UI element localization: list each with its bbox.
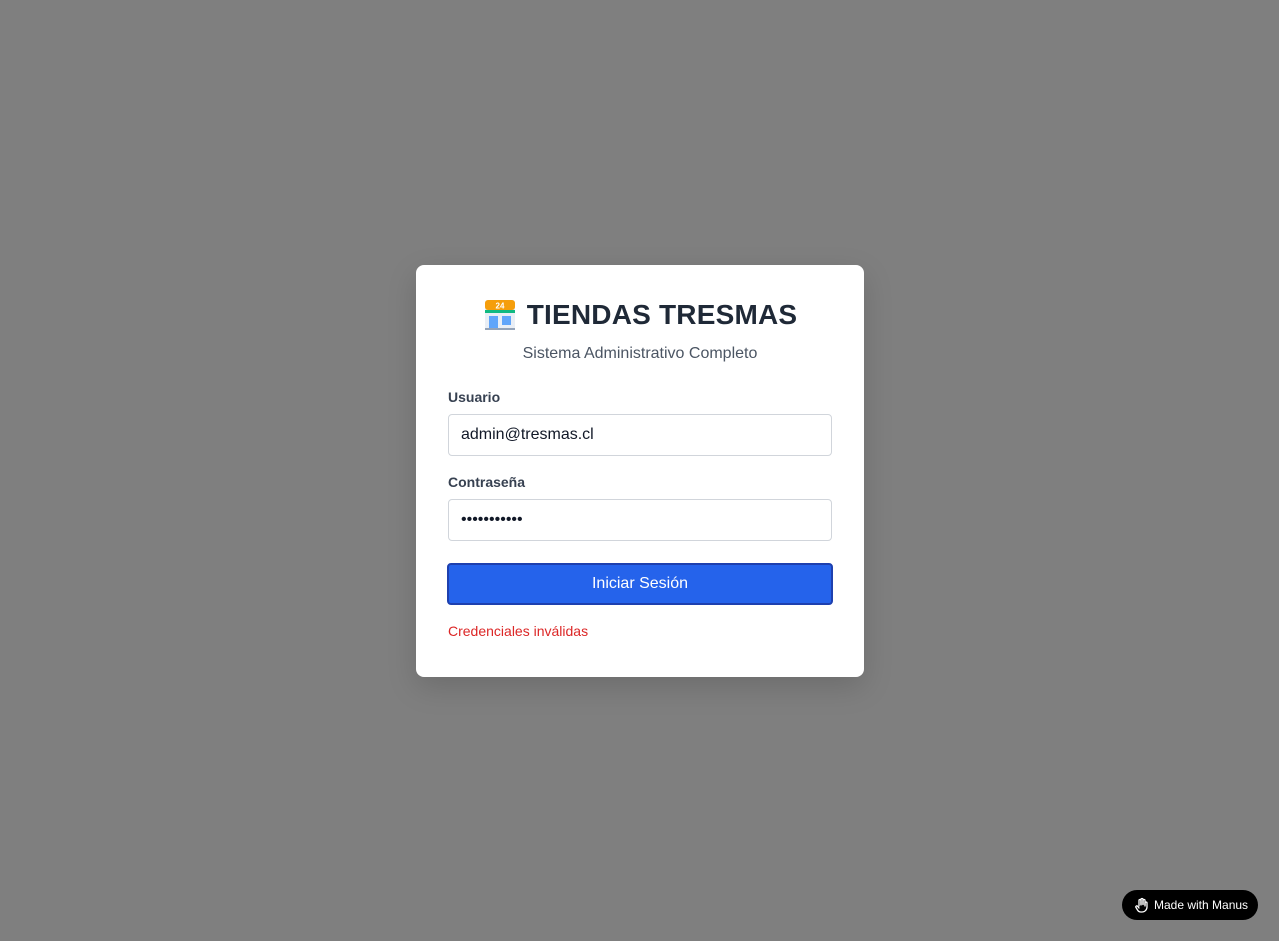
password-input[interactable] [448,499,832,541]
login-card: 24 TIENDAS TRESMAS Sistema Administrativ… [416,265,864,677]
convenience-store-icon: 24 [483,298,517,332]
badge-label: Made with Manus [1154,898,1249,912]
page-title: TIENDAS TRESMAS [526,299,798,330]
password-label: Contraseña [448,474,526,490]
page-subtitle: Sistema Administrativo Completo [522,345,758,362]
login-button[interactable]: Iniciar Sesión [447,563,833,605]
made-with-manus-badge[interactable]: Made with Manus [1122,890,1258,920]
manus-hand-icon [1134,897,1150,913]
username-input[interactable] [448,414,832,456]
username-label: Usuario [448,389,501,405]
svg-text:24: 24 [495,302,504,311]
error-message: Credenciales inválidas [448,623,589,639]
title-row: 24 TIENDAS TRESMAS [448,297,832,333]
